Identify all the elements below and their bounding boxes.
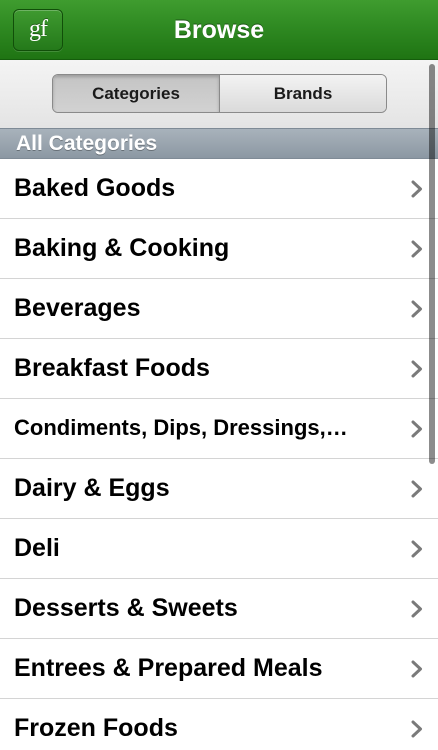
chevron-right-icon: [411, 240, 422, 257]
category-label: Condiments, Dips, Dressings,…: [14, 415, 348, 440]
category-label: Desserts & Sweets: [14, 594, 238, 622]
category-label: Frozen Foods: [14, 714, 178, 742]
brands-segment[interactable]: Brands: [219, 75, 386, 112]
category-label: Entrees & Prepared Meals: [14, 654, 323, 682]
category-row-deli[interactable]: Deli: [0, 519, 438, 579]
category-row-entrees-prepared-meals[interactable]: Entrees & Prepared Meals: [0, 639, 438, 699]
category-row-baked-goods[interactable]: Baked Goods: [0, 159, 438, 219]
segment-toolbar: Categories Brands: [0, 60, 438, 128]
category-row-dairy-eggs[interactable]: Dairy & Eggs: [0, 459, 438, 519]
navigation-bar: gf Browse: [0, 0, 438, 60]
categories-segment[interactable]: Categories: [53, 75, 219, 112]
chevron-right-icon: [411, 420, 422, 437]
category-label: Breakfast Foods: [14, 354, 210, 382]
category-label: Baked Goods: [14, 174, 176, 202]
category-row-frozen-foods[interactable]: Frozen Foods: [0, 699, 438, 750]
category-row-desserts-sweets[interactable]: Desserts & Sweets: [0, 579, 438, 639]
category-row-breakfast-foods[interactable]: Breakfast Foods: [0, 339, 438, 399]
chevron-right-icon: [411, 600, 422, 617]
chevron-right-icon: [411, 180, 422, 197]
category-label: Baking & Cooking: [14, 234, 230, 262]
page-title: Browse: [173, 16, 265, 44]
browse-mode-segmented-control: Categories Brands: [52, 74, 387, 113]
category-list: Baked Goods Baking & Cooking Beverages B…: [0, 159, 438, 750]
category-label: Dairy & Eggs: [14, 474, 170, 502]
category-label: Beverages: [14, 294, 141, 322]
chevron-right-icon: [411, 540, 422, 557]
chevron-right-icon: [411, 480, 422, 497]
chevron-right-icon: [411, 720, 422, 737]
category-row-baking-cooking[interactable]: Baking & Cooking: [0, 219, 438, 279]
chevron-right-icon: [411, 300, 422, 317]
category-row-beverages[interactable]: Beverages: [0, 279, 438, 339]
chevron-right-icon: [411, 660, 422, 677]
section-header: All Categories: [0, 128, 438, 159]
categories-segment-label: Categories: [92, 83, 180, 103]
chevron-right-icon: [411, 360, 422, 377]
category-row-condiments[interactable]: Condiments, Dips, Dressings,…: [0, 399, 438, 459]
browse-screen: gf Browse Categories Brands All Categori…: [0, 0, 438, 750]
category-label: Deli: [14, 534, 60, 562]
vertical-scrollbar[interactable]: [429, 64, 435, 464]
brands-segment-label: Brands: [273, 83, 333, 103]
